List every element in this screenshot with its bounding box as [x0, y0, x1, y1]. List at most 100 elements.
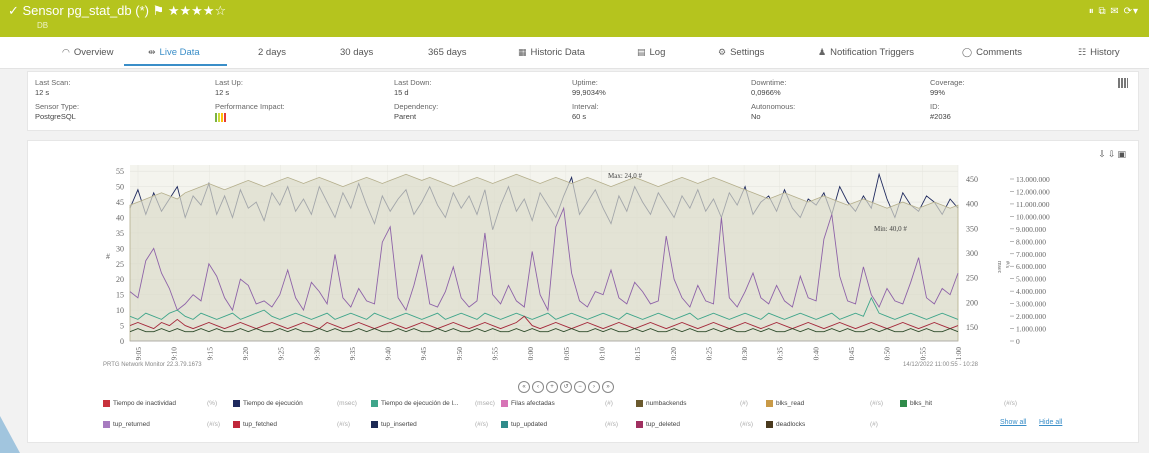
left-tick-label: 20	[116, 275, 124, 284]
legend-checkbox[interactable]	[766, 400, 773, 407]
legend-item[interactable]: tup_returned (#/s)	[103, 421, 220, 429]
legend-item[interactable]: Tiempo de ejecución (msec)	[233, 400, 357, 407]
legend-label: blks_read	[776, 400, 805, 408]
legend-checkbox[interactable]	[371, 421, 378, 428]
tab-historic-data[interactable]: ▦ Historic Data	[518, 47, 585, 58]
gear-icon: ⚙	[718, 47, 727, 57]
legend-checkbox[interactable]	[501, 400, 508, 407]
tab-overview[interactable]: ◠ Overview	[62, 47, 113, 58]
right-tick-label: 12.000.000	[1016, 187, 1050, 196]
legend-item[interactable]: Tiempo de ejecución de l... (msec)	[371, 400, 495, 407]
x-tick-label: 10:40	[811, 347, 820, 361]
left-tick-label: 45	[116, 198, 124, 207]
qr-code-icon[interactable]	[1118, 78, 1128, 88]
right-tick-label: 11.000.000	[1016, 200, 1050, 209]
left-tick-label: 5	[120, 322, 124, 331]
legend-label: Filas afectadas	[511, 400, 555, 408]
tab-history[interactable]: ☷ History	[1078, 47, 1120, 58]
right-tick-label: 9.000.000	[1016, 225, 1046, 234]
min-annotation: Min: 40,0 #	[874, 225, 907, 233]
tab-365-days[interactable]: 365 days	[428, 47, 467, 58]
legend-checkbox[interactable]	[103, 400, 110, 407]
legend-checkbox[interactable]	[501, 421, 508, 428]
legend-item[interactable]: blks_read (#/s)	[766, 400, 883, 408]
tab-2-days[interactable]: 2 days	[258, 47, 286, 58]
zoom-in-button[interactable]: +	[546, 381, 558, 393]
mid-tick-label: 300	[966, 249, 978, 258]
next-button[interactable]: ›	[588, 381, 600, 393]
tab-live-data[interactable]: ⇹ Live Data	[148, 47, 200, 58]
value: 60 s	[572, 112, 587, 121]
legend-checkbox[interactable]	[766, 421, 773, 428]
legend-checkbox[interactable]	[233, 400, 240, 407]
left-tick-label: 0	[120, 337, 124, 346]
legend-checkbox[interactable]	[103, 421, 110, 428]
chart-timestamp: 14/12/2022 11:00:55 - 10:28	[903, 362, 978, 368]
left-tick-label: 15	[116, 291, 124, 300]
legend-unit: (%)	[207, 400, 218, 407]
tab-settings[interactable]: ⚙ Settings	[718, 47, 764, 58]
hide-all-link[interactable]: Hide all	[1039, 419, 1062, 426]
tab-notification-triggers[interactable]: ♟ Notification Triggers	[818, 47, 914, 58]
last-up: Last Up: 12 s	[215, 78, 243, 98]
legend-item[interactable]: tup_fetched (#/s)	[233, 421, 350, 428]
legend-item[interactable]: Filas afectadas (#)	[501, 400, 613, 408]
value: 12 s	[215, 88, 230, 97]
x-tick-label: 10:10	[597, 347, 606, 361]
legend-item[interactable]: numbackends (#)	[636, 400, 748, 407]
x-tick-label: 10:25	[704, 347, 713, 361]
label: Sensor Type:	[35, 102, 80, 111]
legend-item[interactable]: Tiempo de inactividad (%)	[103, 400, 217, 407]
legend-checkbox[interactable]	[371, 400, 378, 407]
tab-label: 30 days	[340, 47, 374, 58]
tab-30-days[interactable]: 30 days	[340, 47, 373, 58]
right-tick-label: 1.000.000	[1016, 325, 1046, 334]
max-annotation: Max: 24,0 #	[608, 172, 643, 180]
legend-checkbox[interactable]	[636, 400, 643, 407]
legend-unit: (#/s)	[207, 421, 220, 428]
x-tick-label: 9:35	[348, 347, 357, 361]
legend-label: tup_returned	[113, 421, 150, 429]
legend-checkbox[interactable]	[636, 421, 643, 428]
performance-impact-bar	[215, 113, 229, 122]
reset-zoom-button[interactable]: ↺	[560, 381, 572, 393]
tab-label: Notification Triggers	[830, 47, 915, 58]
tab-label: 365 days	[428, 47, 467, 58]
legend-unit: (msec)	[337, 400, 357, 407]
left-tick-label: 35	[116, 229, 124, 238]
first-page-button[interactable]: «	[518, 381, 530, 393]
x-tick-label: 10:35	[776, 347, 785, 361]
value: 15 d	[394, 88, 409, 97]
legend-item[interactable]: blks_hit (#/s)	[900, 400, 1017, 407]
last-page-button[interactable]: »	[602, 381, 614, 393]
sensor-info-panel: Last Scan: 12 s Last Up: 12 s Last Down: 15…	[27, 71, 1139, 131]
legend-item[interactable]: tup_inserted (#/s)	[371, 421, 488, 428]
zoom-out-button[interactable]: −	[574, 381, 586, 393]
legend-unit: (#/s)	[605, 421, 618, 428]
label: ID:	[930, 102, 940, 111]
x-tick-label: 10:00	[526, 347, 535, 361]
right-tick-label: 4.000.000	[1016, 287, 1046, 296]
corner-decoration	[0, 416, 20, 453]
mid-tick-label: 250	[966, 274, 978, 283]
x-tick-label: 9:50	[455, 347, 464, 361]
right-tick-label: 3.000.000	[1016, 300, 1046, 309]
legend-unit: (#)	[740, 400, 748, 407]
previous-button[interactable]: ‹	[532, 381, 544, 393]
legend-item[interactable]: deadlocks (#)	[766, 421, 878, 428]
legend-item[interactable]: tup_updated (#/s)	[501, 421, 618, 428]
right-tick-label: 10.000.000	[1016, 212, 1050, 221]
right-tick-label: 13.000.000	[1016, 175, 1050, 184]
uptime: Uptime: 99,9034%	[572, 78, 606, 98]
mid-tick-label: 350	[966, 224, 978, 233]
legend-checkbox[interactable]	[233, 421, 240, 428]
header-action-icons[interactable]: ⏸ ⧉ ✉ ⟳▾	[1089, 6, 1139, 17]
label: Last Scan:	[35, 78, 71, 87]
tab-log[interactable]: ▤ Log	[637, 47, 665, 58]
prtg-version: PRTG Network Monitor 22.3.79.1673	[103, 362, 202, 368]
tab-comments[interactable]: ◯ Comments	[962, 47, 1022, 58]
show-all-link[interactable]: Show all	[1000, 419, 1026, 426]
interval: Interval: 60 s	[572, 102, 599, 122]
legend-item[interactable]: tup_deleted (#/s)	[636, 421, 753, 428]
legend-checkbox[interactable]	[900, 400, 907, 407]
